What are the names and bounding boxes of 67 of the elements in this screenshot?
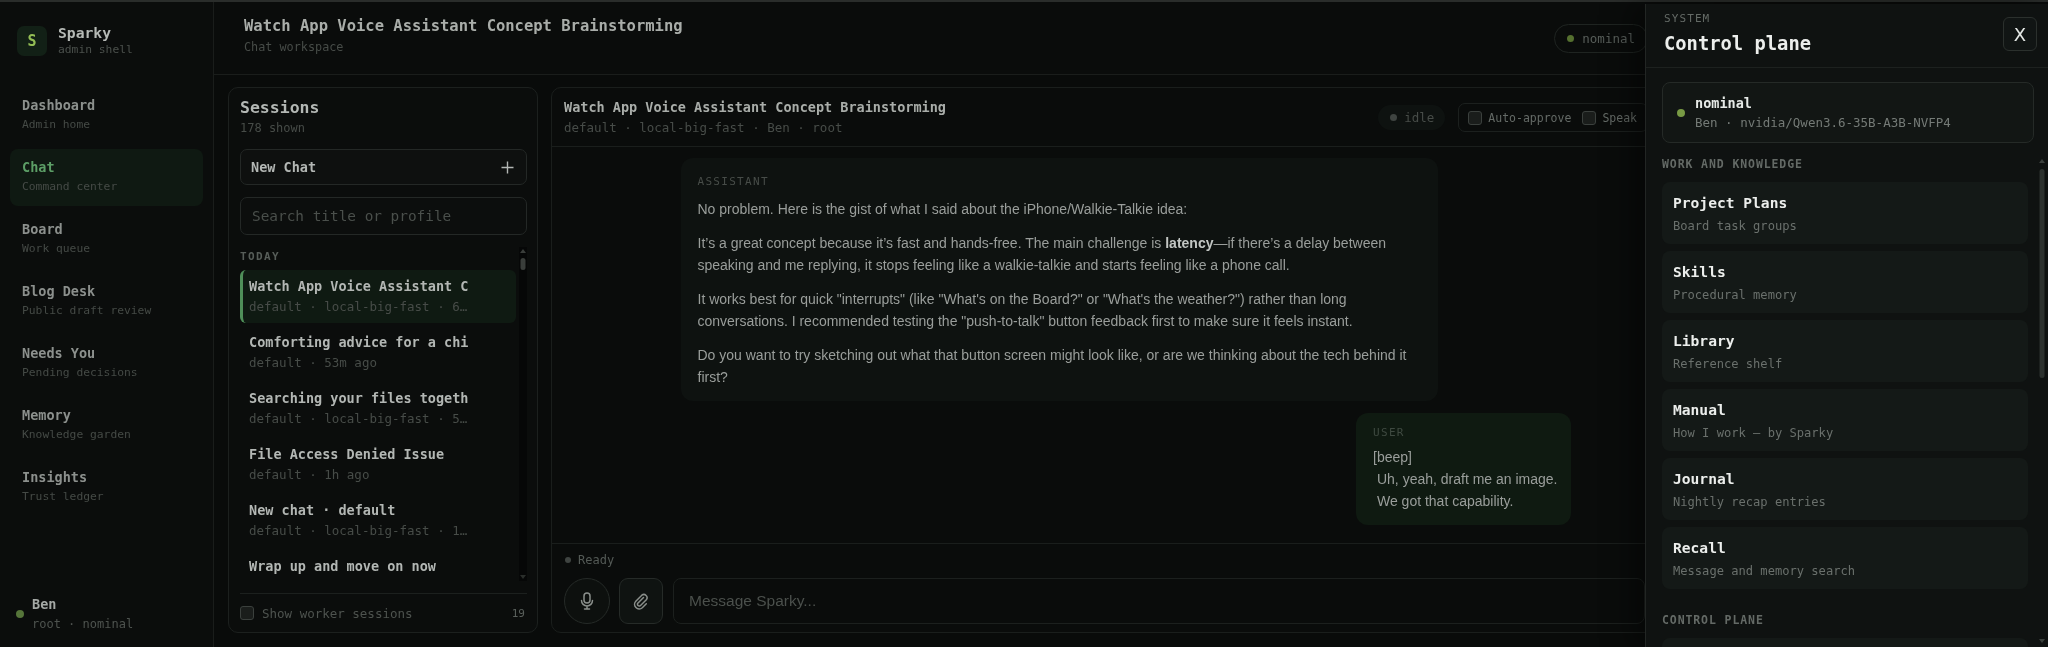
attach-button[interactable] (619, 578, 663, 624)
nav-card[interactable]: Recall Message and memory search (1662, 527, 2028, 589)
nav-item[interactable]: Blog Desk Public draft review (10, 273, 203, 330)
session-count: 178 shown (240, 120, 307, 136)
app-subtitle: admin shell (58, 42, 133, 57)
page-subtitle: Chat workspace (244, 39, 345, 55)
status-dot-icon (1390, 114, 1398, 121)
message-text: No problem. Here is the gist of what I said about the iPhone/Walkie-Talkie idea: (697, 200, 1189, 219)
message-text: It’s a great concept because it’s fast and hands-free. The main challenge is latency—if there’s a delay between speaking and me replying, it stops feeling like a walkie-talkie and starts feeling like a phone call. (697, 234, 1387, 275)
nav-item[interactable]: Dashboard Admin home (10, 87, 203, 144)
status-label: idle (1404, 110, 1435, 125)
checkbox[interactable] (1468, 110, 1483, 125)
paperclip-icon (632, 592, 650, 610)
message-text: [beep] Uh, yeah, draft me an image. We got that capability. (1373, 448, 1558, 511)
checkbox-label: Speak (1602, 110, 1637, 125)
status-dot-icon (16, 609, 24, 618)
checkbox-label: Show worker sessions (262, 605, 414, 621)
worker-count: 19 (511, 606, 526, 620)
chat-meta: default · local-big-fast · Ben · root (564, 120, 844, 136)
status-detail: Ben · nvidia/Qwen3.6-35B-A3B-NVFP4 (1695, 114, 1951, 131)
session-item[interactable]: Searching your files togeth default · local-big-fast · 5… (240, 382, 516, 435)
user-name: Ben (32, 595, 58, 613)
status-label: nominal (1695, 94, 1753, 112)
session-item[interactable]: Comforting advice for a chi default · 53m ago (240, 326, 516, 379)
logo: S (17, 25, 47, 56)
message-role: ASSISTANT (697, 175, 770, 188)
message-text: It works best for quick "interrupts" (like "What's on the Board?" or "What's the weather?") rather than long conversations. I recommended testing the "push-to-talk" button feedback first to make sure it feels instant. (697, 290, 1354, 331)
message-input[interactable]: Message Sparky... (673, 578, 1645, 624)
status-label: nominal (1582, 31, 1635, 46)
nav-card[interactable]: Library Reference shelf (1662, 320, 2028, 382)
microphone-button[interactable] (564, 578, 610, 624)
checkbox[interactable] (1582, 110, 1597, 125)
new-chat-button[interactable]: New Chat (240, 149, 527, 185)
nav-card[interactable]: Project Plans Board task groups (1662, 182, 2028, 244)
session-item[interactable]: Wrap up and move on now (240, 550, 516, 581)
nav-item[interactable]: Insights Trust ledger (10, 459, 203, 516)
session-item[interactable]: New chat · default default · local-big-fast · 1… (240, 494, 516, 547)
message-text: Do you want to try sketching out what that button screen might look like, or are we thinking about the tech behind it first? (697, 346, 1408, 387)
scrollbar[interactable] (519, 247, 527, 581)
plus-icon (501, 160, 514, 174)
status-dot-icon (565, 557, 571, 563)
nav-card[interactable]: Journal Nightly recap entries (1662, 458, 2028, 520)
status-dot-icon (1677, 108, 1685, 117)
session-item[interactable]: Watch App Voice Assistant C default · local-big-fast · 6… (240, 270, 516, 323)
checkbox[interactable] (240, 606, 254, 620)
app-name: Sparky (58, 24, 113, 42)
chat-title: Watch App Voice Assistant Concept Brainstorming (564, 98, 946, 116)
nav-item[interactable]: Board Work queue (10, 211, 203, 268)
nav-card[interactable]: Skills Procedural memory (1662, 251, 2028, 313)
user-status: root · nominal (32, 616, 134, 632)
section-heading: WORK AND KNOWLEDGE (1662, 157, 1804, 171)
session-item[interactable]: File Access Denied Issue default · 1h ago (240, 438, 516, 491)
checkbox-label: Auto-approve (1488, 110, 1572, 125)
search-field[interactable]: Search title or profile (240, 197, 527, 235)
panel-title: Sessions (240, 98, 321, 118)
page-title: Watch App Voice Assistant Concept Brainstorming (244, 17, 683, 35)
nav-item[interactable]: Memory Knowledge garden (10, 397, 203, 454)
close-button[interactable]: X (2003, 17, 2037, 51)
status-dot-icon (1567, 35, 1575, 42)
nav-card[interactable]: Manual How I work — by Sparky (1662, 389, 2028, 451)
panel-eyebrow: SYSTEM (1664, 12, 1712, 26)
panel-title: Control plane (1664, 32, 1811, 56)
microphone-icon (580, 592, 594, 610)
status-label: Ready (578, 553, 615, 567)
nav-item[interactable]: Needs You Pending decisions (10, 335, 203, 392)
group-label: TODAY (240, 249, 282, 264)
section-heading: CONTROL PLANE (1662, 613, 1765, 627)
